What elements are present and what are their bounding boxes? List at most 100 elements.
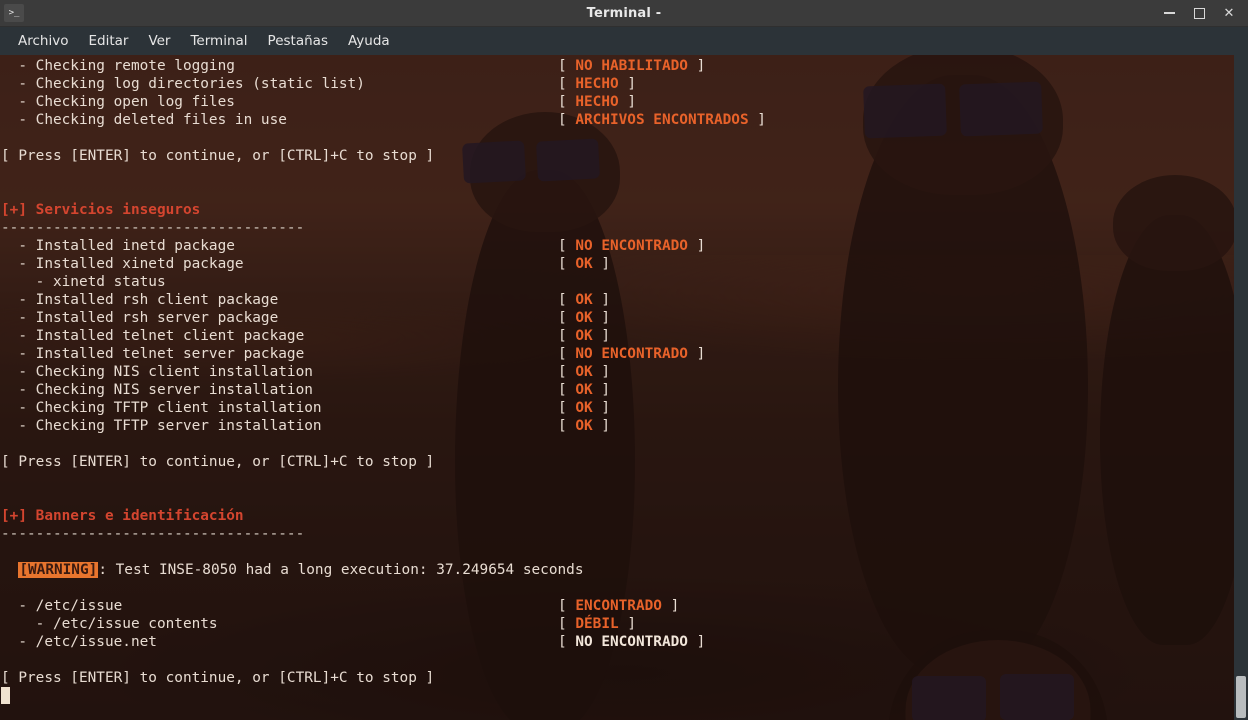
check-label: - Installed telnet client package [1,328,305,344]
status-value: ENCONTRADO [575,598,662,614]
terminal-cursor [1,687,10,704]
terminal-line: [+] Banners e identificación [0,507,1248,525]
check-label: - /etc/issue [1,598,123,614]
terminal-line: - Checking TFTP server installation [ OK … [0,417,1248,435]
status-value: DÉBIL [575,616,619,632]
status-value: OK [575,418,593,434]
vertical-scrollbar[interactable] [1234,55,1248,720]
section-header: [+] Banners e identificación [1,508,244,524]
status-badge: [ NO ENCONTRADO ] [558,346,706,362]
close-icon[interactable]: ✕ [1222,6,1236,20]
terminal-line [0,687,1248,705]
terminal-line: - Checking TFTP client installation [ OK … [0,399,1248,417]
status-badge: [ OK ] [558,328,610,344]
status-value: OK [575,310,593,326]
terminal-line: - Checking remote logging [ NO HABILITADO… [0,57,1248,75]
terminal-line: - /etc/issue.net [ NO ENCONTRADO ] [0,633,1248,651]
status-value: OK [575,256,593,272]
terminal-viewport[interactable]: - Checking remote logging [ NO HABILITADO… [0,55,1248,720]
check-label: - Checking TFTP client installation [1,400,322,416]
terminal-line: ----------------------------------- [0,219,1248,237]
terminal-text: [ Press [ENTER] to continue, or [CTRL]+C… [1,148,435,164]
menu-item-pestanas[interactable]: Pestañas [258,30,338,52]
terminal-line: [ Press [ENTER] to continue, or [CTRL]+C… [0,147,1248,165]
status-badge: [ ENCONTRADO ] [558,598,680,614]
terminal-line: [ Press [ENTER] to continue, or [CTRL]+C… [0,453,1248,471]
section-divider: ----------------------------------- [1,220,305,236]
status-badge: [ NO HABILITADO ] [558,58,706,74]
status-badge: [ OK ] [558,292,610,308]
title-bar[interactable]: >_ Terminal - ✕ [0,0,1248,27]
warning-message: : Test INSE-8050 had a long execution: 3… [98,562,584,578]
status-value: NO ENCONTRADO [575,238,688,254]
terminal-line: - Installed telnet server package [ NO EN… [0,345,1248,363]
window-title: Terminal - [586,5,662,21]
terminal-line: - Installed rsh server package [ OK ] [0,309,1248,327]
terminal-line: - Checking open log files [ HECHO ] [0,93,1248,111]
status-value: HECHO [575,76,619,92]
status-badge: [ NO ENCONTRADO ] [558,634,706,650]
check-label: - Installed rsh server package [1,310,279,326]
terminal-line: - Installed xinetd package [ OK ] [0,255,1248,273]
window-controls: ✕ [1162,6,1248,20]
minimize-icon[interactable] [1162,6,1176,20]
status-badge: [ OK ] [558,400,610,416]
status-badge: [ OK ] [558,418,610,434]
menu-bar: Archivo Editar Ver Terminal Pestañas Ayu… [0,27,1248,55]
check-label: - Checking deleted files in use [1,112,287,128]
terminal-line: - Installed rsh client package [ OK ] [0,291,1248,309]
terminal-line: - Checking deleted files in use [ ARCHIVO… [0,111,1248,129]
menu-item-ayuda[interactable]: Ayuda [338,30,400,52]
terminal-line: - Checking NIS client installation [ OK ] [0,363,1248,381]
check-label: - Installed xinetd package [1,256,244,272]
terminal-text: [ Press [ENTER] to continue, or [CTRL]+C… [1,670,435,686]
check-label: - Checking remote logging [1,58,235,74]
status-badge: [ OK ] [558,256,610,272]
status-value: OK [575,328,593,344]
terminal-line: - /etc/issue [ ENCONTRADO ] [0,597,1248,615]
terminal-line: - Checking log directories (static list)… [0,75,1248,93]
terminal-line: - Checking NIS server installation [ OK ] [0,381,1248,399]
terminal-text: [ Press [ENTER] to continue, or [CTRL]+C… [1,454,435,470]
status-value: OK [575,292,593,308]
menu-item-ver[interactable]: Ver [138,30,180,52]
check-label: - /etc/issue.net [1,634,157,650]
check-label: - Checking TFTP server installation [1,418,322,434]
terminal-line: [ Press [ENTER] to continue, or [CTRL]+C… [0,669,1248,687]
status-value: HECHO [575,94,619,110]
menu-item-terminal[interactable]: Terminal [180,30,257,52]
status-badge: [ DÉBIL ] [558,616,636,632]
status-badge: [ ARCHIVOS ENCONTRADOS ] [558,112,766,128]
terminal-text: - xinetd status [1,274,166,290]
status-value: NO ENCONTRADO [575,634,688,650]
menu-item-archivo[interactable]: Archivo [8,30,78,52]
status-value: ARCHIVOS ENCONTRADOS [575,112,749,128]
check-label: - Checking open log files [1,94,235,110]
check-label: - Installed rsh client package [1,292,279,308]
check-label: - Installed inetd package [1,238,235,254]
status-value: OK [575,400,593,416]
status-badge: [ OK ] [558,382,610,398]
status-value: NO ENCONTRADO [575,346,688,362]
terminal-line: ----------------------------------- [0,525,1248,543]
terminal-output: - Checking remote logging [ NO HABILITADO… [0,55,1248,720]
section-header: [+] Servicios inseguros [1,202,201,218]
scrollbar-thumb[interactable] [1236,676,1246,718]
status-badge: [ NO ENCONTRADO ] [558,238,706,254]
maximize-icon[interactable] [1192,6,1206,20]
menu-item-editar[interactable]: Editar [78,30,138,52]
status-value: OK [575,364,593,380]
terminal-line: - Installed telnet client package [ OK ] [0,327,1248,345]
terminal-window: >_ Terminal - ✕ Archivo Editar Ver Termi… [0,0,1248,720]
warning-badge: [WARNING] [18,562,99,578]
check-label: - /etc/issue contents [1,616,218,632]
status-badge: [ OK ] [558,310,610,326]
